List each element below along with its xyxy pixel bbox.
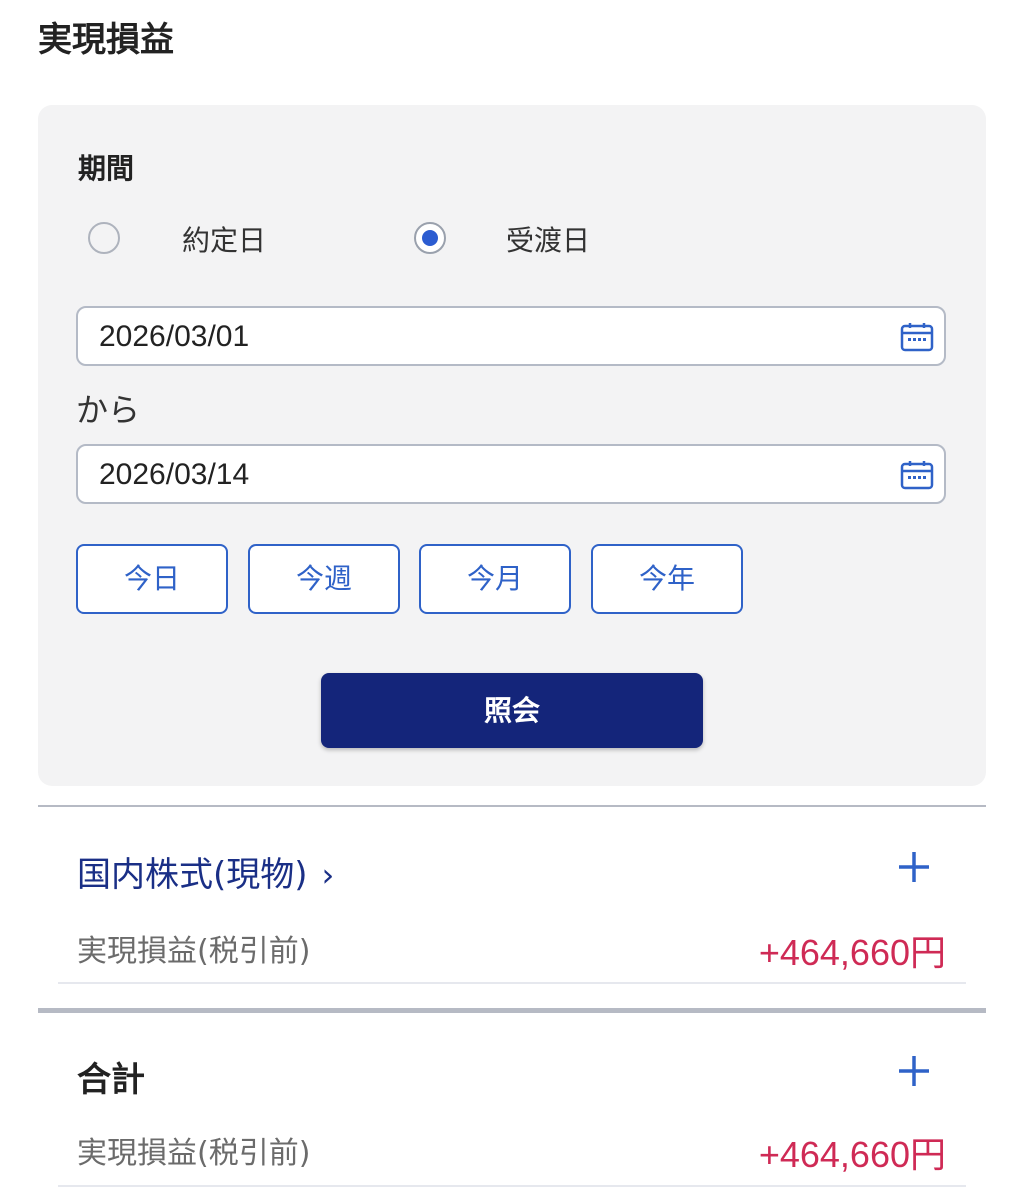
this-year-button[interactable]: 今年 xyxy=(591,544,743,614)
from-date-value: 2026/03/01 xyxy=(99,320,250,353)
row-separator xyxy=(58,1185,966,1187)
query-button[interactable]: 照会 xyxy=(321,673,703,748)
section-title-total: 合計 xyxy=(77,1060,145,1100)
radio-trade-date[interactable] xyxy=(88,222,120,254)
row-separator xyxy=(58,982,966,984)
radio-trade-date-label[interactable]: 約定日 xyxy=(182,219,266,259)
from-date-field[interactable]: 2026/03/01 xyxy=(76,306,946,366)
from-suffix: から xyxy=(76,391,141,429)
page-title: 実現損益 xyxy=(38,20,174,60)
calendar-icon[interactable] xyxy=(900,322,934,352)
realized-pl-value: +464,660円 xyxy=(758,1134,946,1175)
divider xyxy=(38,1008,986,1013)
realized-pl-label: 実現損益(税引前) xyxy=(77,1136,311,1171)
to-date-value: 2026/03/14 xyxy=(99,458,250,491)
calendar-icon[interactable] xyxy=(900,460,934,490)
chevron-right-icon: › xyxy=(321,856,335,894)
section-title-label: 国内株式(現物) xyxy=(77,855,308,895)
period-label: 期間 xyxy=(78,152,135,185)
filter-panel: 期間 約定日 受渡日 2026/03/01 から 2026/03/14 今日 今… xyxy=(38,105,986,786)
plus-icon[interactable] xyxy=(897,1054,931,1088)
today-button[interactable]: 今日 xyxy=(76,544,228,614)
to-date-field[interactable]: 2026/03/14 xyxy=(76,444,946,504)
plus-icon[interactable] xyxy=(897,850,931,884)
divider xyxy=(38,805,986,807)
realized-pl-label: 実現損益(税引前) xyxy=(77,934,311,969)
this-week-button[interactable]: 今週 xyxy=(248,544,400,614)
section-title-domestic-stocks[interactable]: 国内株式(現物) › xyxy=(77,847,334,896)
radio-settlement-date-label[interactable]: 受渡日 xyxy=(506,219,590,259)
realized-pl-value: +464,660円 xyxy=(758,932,946,973)
radio-settlement-date[interactable] xyxy=(414,222,446,254)
this-month-button[interactable]: 今月 xyxy=(419,544,571,614)
